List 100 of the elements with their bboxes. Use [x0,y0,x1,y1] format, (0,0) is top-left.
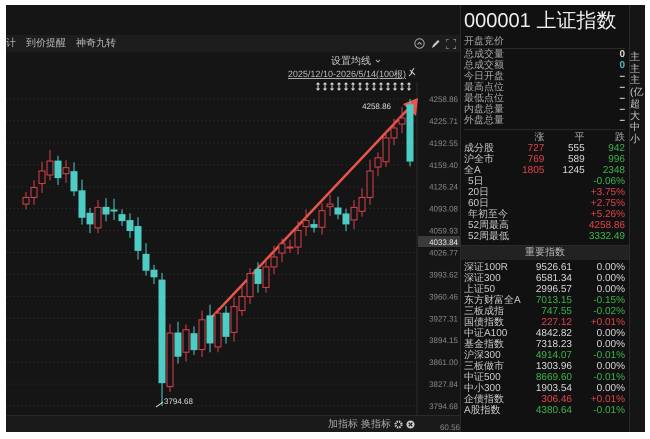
section-header: 重要指数 [461,245,629,260]
axis-label: 4026.77 [429,248,458,258]
axis-label: 3960.46 [429,292,458,302]
index-price: 8669.60 [534,372,572,383]
stat-value: – [619,71,625,82]
index-name[interactable]: 三板做市 [464,361,522,372]
axis-label: 4059.93 [429,226,458,236]
side-label: 大 [630,110,641,122]
index-name[interactable]: 三板成指 [464,306,522,317]
index-price: 1903.54 [534,383,572,394]
side-label: 超 [630,98,641,110]
index-change: 0.00% [596,328,625,339]
index-name[interactable]: 深证300 [464,273,522,284]
row-label: 沪全市 [464,154,495,165]
row-label: 成分股 [464,143,495,154]
caret-icon[interactable] [376,60,380,63]
return-label: 52周最高 [468,220,510,231]
side-label: 主 [630,75,641,87]
index-price: 4380.64 [534,405,572,416]
index-name[interactable]: 沪深300 [464,350,522,361]
fullscreen-icon[interactable] [446,38,456,48]
indicator-value: 60.56 [438,423,460,432]
index-price: 306.46 [540,394,572,405]
index-name[interactable]: 国债指数 [464,317,522,328]
last-price-tag: 4033.84 [418,236,460,247]
collapse-icon[interactable] [414,38,425,49]
index-change: -0.01% [592,350,625,361]
leader-line [156,402,164,408]
index-change: 0.00% [596,262,625,273]
index-name[interactable]: 基金指数 [464,339,522,350]
stat-value: 0 [619,60,625,71]
axis-label: 3861.00 [429,358,458,368]
index-name[interactable]: 企债指数 [464,394,522,405]
stat-label: 总成交额 [464,60,505,71]
toolbar-link[interactable]: 到价提醒 [26,38,66,49]
indicator-link[interactable]: 换指标 [361,418,391,430]
index-change: 0.00% [596,339,625,350]
stat-label: 今日开盘 [464,71,505,82]
ma-setting-link[interactable]: 设置均线 [331,56,371,67]
return-value: -0.06% [592,176,625,187]
toolbar-link[interactable]: 神奇九转 [76,38,116,49]
date-range-link[interactable]: 2025/12/10-2026/5/14(100根) [288,69,406,79]
axis-label: 4126.24 [429,182,458,192]
table-cell-text: 769 [526,154,544,165]
index-change: +0.01% [590,317,625,328]
stat-value: 0 [619,49,625,60]
return-label: 60日 [468,198,490,209]
index-name[interactable]: 东方财富全A [464,295,522,306]
axis-label: 3794.68 [429,402,458,411]
axis-label: 4225.71 [429,116,458,126]
stat-label: 外盘总量 [464,115,505,126]
axis-label: 4159.40 [429,160,458,170]
index-price: 4842.82 [534,328,572,339]
axis-label: 4258.86 [429,95,458,104]
index-change: 0.00% [596,361,625,372]
return-label: 年初至今 [468,209,508,220]
toolbar-link[interactable]: 计 [6,38,16,49]
high-price-label: 4258.86 [362,102,391,111]
return-label: 5日 [468,176,485,187]
index-price: 7013.15 [534,295,572,306]
axis-label: 4192.55 [429,138,458,148]
index-change: -0.01% [592,405,625,416]
close-icon[interactable] [406,420,415,428]
return-value: +3.75% [590,187,625,198]
table-cell-text: 589 [566,154,585,165]
index-price: 6581.34 [534,273,572,284]
index-name[interactable]: 中证A100 [464,328,522,339]
return-label: 20日 [468,187,490,198]
axis-label: 4093.08 [429,204,458,214]
pencil-icon[interactable] [431,38,440,48]
row-label: 全A [464,165,482,176]
index-name[interactable]: 深证100R [464,262,522,273]
column-header: 平 [574,132,585,143]
stat-label: 总成交量 [464,49,505,60]
index-name[interactable]: 中证500 [464,372,522,383]
stat-value: – [619,115,625,126]
index-change: -0.15% [592,295,625,306]
side-label: 中 [630,122,641,134]
return-value: 3332.49 [588,231,625,242]
index-title: 000001 上证指数 [464,9,618,34]
index-change: -0.02% [592,306,625,317]
table-cell-text: 942 [607,143,625,154]
axis-label: 3927.31 [429,314,458,324]
index-price: 2996.57 [534,284,572,295]
stat-label: 最高点位 [464,82,505,93]
axis-label: 3993.62 [429,270,458,280]
indicator-link[interactable]: 加指标 [328,418,358,430]
index-name[interactable]: A股指数 [464,405,522,416]
side-label: (亿 [630,87,644,98]
stat-value: – [619,104,625,115]
index-name[interactable]: 上证50 [464,284,522,295]
stat-label: 最低点位 [464,93,505,104]
stat-value: – [619,82,625,93]
stat-label: 内盘总量 [464,104,505,115]
index-price: 7318.23 [534,339,572,350]
index-name[interactable]: 中小300 [464,383,522,394]
gear-icon[interactable] [394,420,403,428]
return-label: 52周最低 [468,231,510,242]
index-change: 0.00% [596,383,625,394]
status-label: 开盘竞价 [464,35,505,48]
